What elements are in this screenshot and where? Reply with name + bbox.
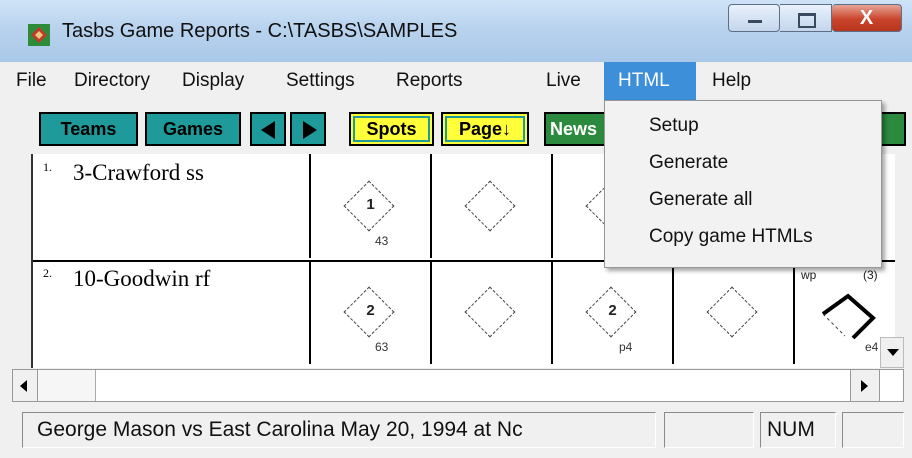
menu-item-generate-all[interactable]: Generate all (649, 189, 753, 211)
batter-name: 10-Goodwin rf (73, 266, 211, 291)
games-button-label: Games (162, 119, 224, 139)
inning-cell[interactable] (432, 260, 553, 364)
inning-out-mark: 2 (608, 302, 617, 319)
status-bar: George Mason vs East Carolina May 20, 19… (0, 404, 912, 458)
menu-live[interactable]: Live (540, 62, 598, 100)
inning-out-mark: 1 (366, 196, 375, 213)
html-dropdown-menu: Setup Generate Generate all Copy game HT… (604, 100, 882, 268)
teams-button[interactable]: Teams (39, 112, 138, 146)
inning-cell[interactable] (674, 260, 795, 364)
previous-button[interactable] (250, 112, 286, 146)
status-pane (842, 412, 904, 448)
play-note: wp (801, 268, 817, 282)
status-pane (664, 412, 754, 448)
left-arrow-icon (261, 121, 275, 139)
inning-cell[interactable]: 2 63 (311, 260, 432, 364)
spots-button-label: Spots (366, 119, 417, 139)
status-game-info: George Mason vs East Carolina May 20, 19… (22, 412, 656, 448)
window-title: Tasbs Game Reports - C:\TASBS\SAMPLES (62, 20, 458, 42)
maximize-button[interactable] (780, 4, 832, 32)
menu-reports[interactable]: Reports (390, 62, 486, 100)
batter-name-cell[interactable]: 2. 10-Goodwin rf (33, 260, 311, 364)
minimize-button[interactable] (728, 4, 780, 32)
inning-out-mark: 2 (366, 302, 375, 319)
close-icon: X (859, 7, 874, 29)
play-code: 63 (375, 340, 389, 354)
scroll-left-button[interactable] (12, 369, 38, 402)
menu-item-setup[interactable]: Setup (649, 115, 699, 137)
games-button[interactable]: Games (145, 112, 241, 146)
menu-item-copy-game-htmls[interactable]: Copy game HTMLs (649, 226, 813, 248)
base-diamond-icon (706, 286, 758, 338)
menu-help[interactable]: Help (706, 62, 772, 100)
maximize-icon (798, 13, 816, 28)
play-code: p4 (619, 340, 633, 354)
menu-item-generate[interactable]: Generate (649, 152, 728, 174)
menu-file[interactable]: File (10, 62, 66, 100)
status-num-lock: NUM (760, 412, 836, 448)
baseball-diamond-app-icon (28, 24, 50, 46)
inning-cell[interactable]: 1 43 (311, 154, 432, 258)
batting-order-number: 1. (43, 160, 52, 174)
base-diamond-icon (464, 286, 516, 338)
scroll-down-icon (887, 349, 899, 356)
play-code: 43 (375, 234, 389, 248)
batter-name: 3-Crawford ss (73, 160, 204, 185)
horizontal-scroll-thumb[interactable] (38, 370, 96, 401)
page-button-label: Page↓ (458, 119, 512, 139)
scroll-left-icon (20, 380, 27, 392)
play-code: e4 (865, 340, 879, 354)
news-button[interactable]: News (544, 112, 608, 146)
teams-button-label: Teams (60, 119, 117, 139)
news-button-label: News (550, 119, 598, 139)
menu-html[interactable]: HTML (604, 62, 696, 100)
menu-directory[interactable]: Directory (68, 62, 174, 100)
horizontal-scrollbar[interactable] (12, 369, 904, 402)
right-arrow-icon (303, 121, 317, 139)
base-diamond-icon (464, 180, 516, 232)
inning-cell[interactable]: 2 p4 (553, 260, 674, 364)
batter-row: 2. 10-Goodwin rf 2 63 2 p4 wp (3) e4 (33, 260, 895, 366)
scroll-right-button[interactable] (850, 369, 880, 402)
inning-cell[interactable] (432, 154, 553, 258)
title-bar[interactable]: Tasbs Game Reports - C:\TASBS\SAMPLES X (0, 0, 912, 63)
batter-name-cell[interactable]: 1. 3-Crawford ss (33, 154, 311, 258)
vertical-scroll-down-button[interactable] (880, 337, 904, 368)
batting-order-number: 2. (43, 266, 52, 280)
menu-settings[interactable]: Settings (280, 62, 380, 100)
next-button[interactable] (290, 112, 326, 146)
minimize-icon (748, 20, 762, 23)
page-button[interactable]: Page↓ (441, 112, 529, 146)
scroll-right-icon (861, 380, 868, 392)
play-note: (3) (863, 268, 878, 282)
menu-bar: File Directory Display Settings Reports … (0, 62, 912, 100)
toolbar-button-partial[interactable] (880, 112, 906, 146)
menu-display[interactable]: Display (176, 62, 272, 100)
spots-button[interactable]: Spots (349, 112, 434, 146)
close-button[interactable]: X (832, 4, 902, 32)
